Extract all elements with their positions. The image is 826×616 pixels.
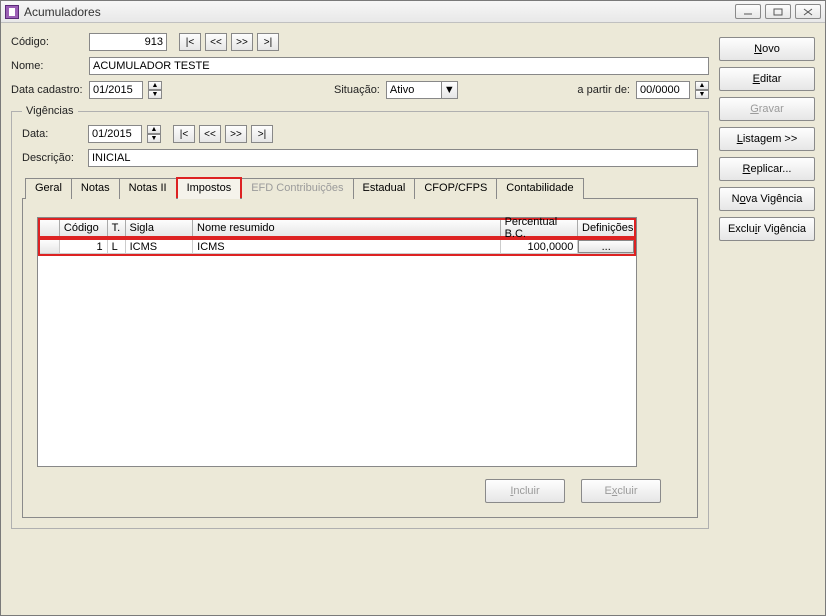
spinner-down-icon[interactable]: ▼ [148,90,162,99]
excluir-vigencia-button[interactable]: Excluir Vigência [719,217,815,241]
maximize-icon [773,8,783,16]
nav-first-button[interactable]: |< [173,125,195,143]
cell-nome[interactable]: ICMS [193,240,501,254]
col-nome[interactable]: Nome resumido [193,220,501,236]
nome-value: ACUMULADOR TESTE [93,60,210,72]
col-perc[interactable]: Percentual B.C. [501,220,578,236]
nav-next-button[interactable]: >> [225,125,247,143]
editar-button[interactable]: Editar [719,67,815,91]
nav-first-button[interactable]: |< [179,33,201,51]
data-cadastro-input[interactable]: 01/2015 [89,81,143,99]
codigo-input[interactable]: 913 [89,33,167,51]
grid-rowheader-corner [40,220,60,236]
tab-panel-impostos: Código T. Sigla Nome resumido Percentual… [22,199,698,518]
cell-sigla[interactable]: ICMS [126,240,194,254]
tab-estadual[interactable]: Estadual [353,178,416,199]
nav-last-button[interactable]: >| [251,125,273,143]
spinner-down-icon[interactable]: ▼ [147,134,161,143]
apartirde-value: 00/0000 [640,84,680,96]
tab-notas[interactable]: Notas [71,178,120,199]
apartirde-input[interactable]: 00/0000 [636,81,690,99]
window-controls [735,4,821,19]
nova-vigencia-button[interactable]: Nova Vigência [719,187,815,211]
nav-last-button[interactable]: >| [257,33,279,51]
nome-input[interactable]: ACUMULADOR TESTE [89,57,709,75]
table-row[interactable]: 1 L ICMS ICMS 100,0000 ... [38,238,636,256]
codigo-nav: |< << >> >| [179,33,279,51]
col-t[interactable]: T. [108,220,126,236]
situacao-label: Situação: [334,84,380,96]
data-cadastro-spinner[interactable]: ▲ ▼ [148,81,162,99]
acumuladores-window: Acumuladores Código: 913 |< << >> >| [0,0,826,616]
titlebar: Acumuladores [1,1,825,23]
impostos-grid[interactable]: Código T. Sigla Nome resumido Percentual… [37,217,637,467]
vig-descricao-input[interactable]: INICIAL [88,149,698,167]
tab-strip: Geral Notas Notas II Impostos EFD Contri… [22,177,698,199]
vigencias-fieldset: Vigências Data: 01/2015 ▲ ▼ |< << >> >| [11,105,709,529]
side-buttons: Novo Editar Gravar Listagem >> Replicar.… [719,33,815,605]
situacao-combo[interactable]: Ativo ▼ [386,81,458,99]
col-sigla[interactable]: Sigla [126,220,194,236]
codigo-label: Código: [11,36,83,48]
tab-geral[interactable]: Geral [25,178,72,199]
nome-label: Nome: [11,60,83,72]
novo-button[interactable]: Novo [719,37,815,61]
main-form: Código: 913 |< << >> >| Nome: ACUMULADOR… [11,33,709,605]
minimize-button[interactable] [735,4,761,19]
tab-impostos[interactable]: Impostos [176,177,243,198]
vig-descricao-value: INICIAL [92,152,131,164]
tab-notas2[interactable]: Notas II [119,178,177,199]
close-icon [803,8,813,16]
data-cadastro-value: 01/2015 [93,84,133,96]
close-button[interactable] [795,4,821,19]
cell-t[interactable]: L [108,240,126,254]
app-icon [5,5,19,19]
definicoes-button[interactable]: ... [578,240,634,253]
vig-nav: |< << >> >| [173,125,273,143]
gravar-button: Gravar [719,97,815,121]
row-header[interactable] [40,240,60,254]
apartirde-spinner[interactable]: ▲ ▼ [695,81,709,99]
vig-data-label: Data: [22,128,82,140]
spinner-up-icon[interactable]: ▲ [148,81,162,90]
tab-contabilidade[interactable]: Contabilidade [496,178,583,199]
apartirde-label: a partir de: [577,84,630,96]
vig-data-input[interactable]: 01/2015 [88,125,142,143]
excluir-button[interactable]: Excluir [581,479,661,503]
tab-cfop[interactable]: CFOP/CFPS [414,178,497,199]
window-title: Acumuladores [24,5,101,19]
spinner-down-icon[interactable]: ▼ [695,90,709,99]
chevron-down-icon: ▼ [441,82,457,98]
nav-next-button[interactable]: >> [231,33,253,51]
listagem-button[interactable]: Listagem >> [719,127,815,151]
spinner-up-icon[interactable]: ▲ [147,125,161,134]
data-cadastro-label: Data cadastro: [11,84,83,96]
minimize-icon [743,8,753,16]
client-area: Código: 913 |< << >> >| Nome: ACUMULADOR… [1,23,825,615]
cell-codigo[interactable]: 1 [60,240,108,254]
col-codigo[interactable]: Código [60,220,108,236]
vig-data-value: 01/2015 [92,128,132,140]
incluir-button[interactable]: Incluir [485,479,565,503]
spinner-up-icon[interactable]: ▲ [695,81,709,90]
grid-header: Código T. Sigla Nome resumido Percentual… [38,218,636,238]
nav-prev-button[interactable]: << [205,33,227,51]
vig-descricao-label: Descrição: [22,152,82,164]
cell-def: ... [578,240,634,254]
nav-prev-button[interactable]: << [199,125,221,143]
vigencias-legend: Vigências [22,105,78,117]
grid-button-row: Incluir Excluir [37,479,683,503]
situacao-value: Ativo [390,84,414,96]
replicar-button[interactable]: Replicar... [719,157,815,181]
col-def[interactable]: Definições [578,220,634,236]
cell-perc[interactable]: 100,0000 [501,240,579,254]
codigo-value: 913 [145,36,163,48]
vig-data-spinner[interactable]: ▲ ▼ [147,125,161,143]
maximize-button[interactable] [765,4,791,19]
grid-body: 1 L ICMS ICMS 100,0000 ... [38,238,636,466]
tab-efd: EFD Contribuições [241,178,353,199]
